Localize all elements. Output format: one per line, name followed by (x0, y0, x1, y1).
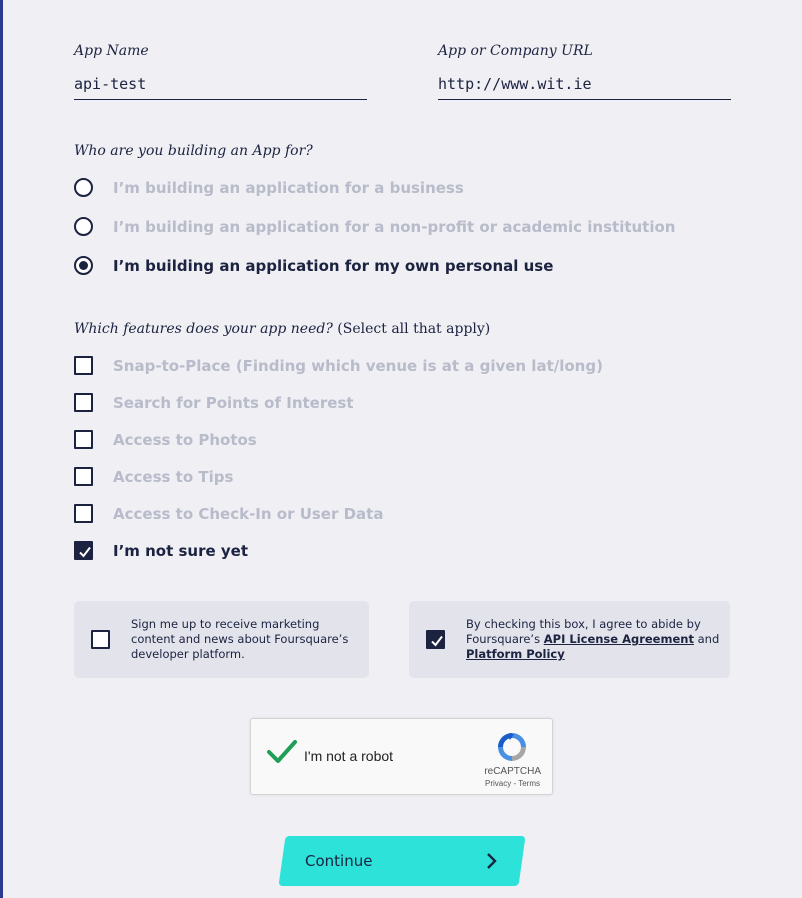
audience-option-personal[interactable]: I’m building an application for my own p… (74, 256, 553, 275)
agreement-checkbox[interactable] (426, 630, 445, 649)
marketing-checkbox[interactable] (91, 630, 110, 649)
marketing-optin-card: Sign me up to receive marketing content … (74, 601, 369, 678)
captcha-privacy-link[interactable]: Privacy (485, 779, 511, 788)
platform-policy-link[interactable]: Platform Policy (466, 647, 565, 661)
feature-option-label: Snap-to-Place (Finding which venue is at… (113, 356, 603, 375)
feature-option-search-poi[interactable]: Search for Points of Interest (74, 393, 354, 412)
marketing-optin-text: Sign me up to receive marketing content … (131, 617, 349, 661)
checkbox[interactable] (74, 356, 93, 375)
audience-option-label: I’m building an application for a non-pr… (113, 217, 676, 236)
feature-option-tips[interactable]: Access to Tips (74, 467, 233, 486)
features-question-note: (Select all that apply) (337, 321, 491, 337)
feature-option-checkin-data[interactable]: Access to Check-In or User Data (74, 504, 383, 523)
captcha-label: I'm not a robot (304, 748, 394, 764)
app-name-label: App Name (74, 43, 149, 59)
checkbox[interactable] (74, 467, 93, 486)
audience-option-label: I’m building an application for my own p… (113, 256, 554, 275)
agreement-text: By checking this box, I agree to abide b… (466, 617, 721, 662)
left-accent-rule (0, 0, 3, 898)
feature-option-label: Search for Points of Interest (113, 393, 354, 412)
checkbox[interactable] (74, 393, 93, 412)
radio-button[interactable] (74, 178, 93, 197)
audience-question: Who are you building an App for? (74, 143, 313, 159)
checkmark-icon (431, 635, 443, 647)
feature-option-label: Access to Tips (113, 467, 234, 486)
agreement-text-mid: and (693, 632, 720, 646)
app-url-input[interactable] (438, 75, 731, 100)
api-license-agreement-link[interactable]: API License Agreement (544, 632, 694, 646)
recaptcha-logo-icon (498, 733, 526, 761)
app-name-input[interactable] (74, 75, 367, 100)
recaptcha-widget: I'm not a robot reCAPTCHA Privacy - Term… (250, 718, 553, 795)
feature-option-label: I’m not sure yet (113, 541, 249, 560)
feature-option-not-sure[interactable]: I’m not sure yet (74, 541, 248, 560)
audience-option-business[interactable]: I’m building an application for a busine… (74, 178, 464, 197)
checkbox-checked[interactable] (74, 541, 93, 560)
radio-button[interactable] (74, 217, 93, 236)
audience-option-label: I’m building an application for a busine… (113, 178, 464, 197)
features-question: Which features does your app need? (Sele… (74, 321, 490, 337)
captcha-terms-link[interactable]: Terms (518, 779, 540, 788)
checkbox[interactable] (74, 430, 93, 449)
checkmark-icon (79, 546, 91, 558)
app-url-label: App or Company URL (438, 43, 593, 59)
features-question-text: Which features does your app need? (74, 321, 333, 337)
captcha-checkmark-icon[interactable] (267, 739, 297, 765)
agreement-card: By checking this box, I agree to abide b… (409, 601, 730, 678)
feature-option-label: Access to Photos (113, 430, 257, 449)
checkbox[interactable] (74, 504, 93, 523)
feature-option-photos[interactable]: Access to Photos (74, 430, 257, 449)
radio-button-selected[interactable] (74, 256, 93, 275)
recaptcha-brand: reCAPTCHA (484, 766, 541, 777)
chevron-right-icon (487, 853, 497, 869)
captcha-links: Privacy - Terms (485, 779, 540, 788)
continue-button-label: Continue (305, 852, 373, 870)
feature-option-snap-to-place[interactable]: Snap-to-Place (Finding which venue is at… (74, 356, 603, 375)
feature-option-label: Access to Check-In or User Data (113, 504, 384, 523)
audience-option-nonprofit[interactable]: I’m building an application for a non-pr… (74, 217, 675, 236)
